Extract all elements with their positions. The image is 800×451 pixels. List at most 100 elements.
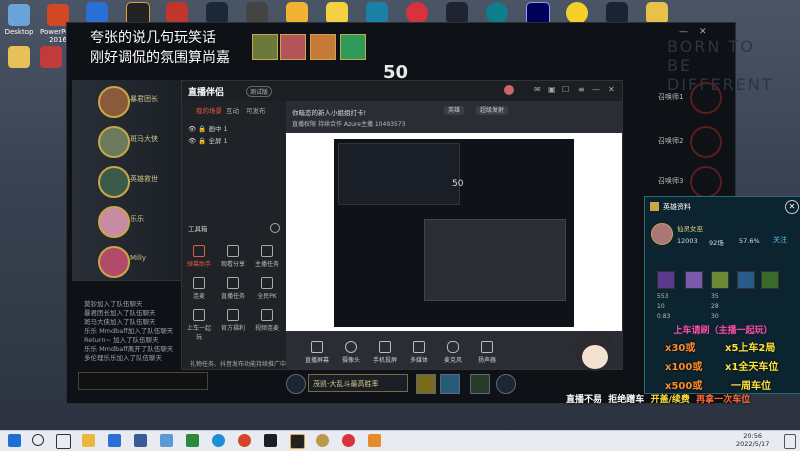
minimize-icon[interactable]: — — [679, 27, 688, 37]
minimize-icon[interactable]: — — [592, 85, 600, 94]
store-icon[interactable] — [160, 434, 173, 447]
hero-score: 92场 — [709, 239, 724, 247]
tool-ride[interactable]: 上车一起玩 — [186, 309, 212, 341]
file-explorer-icon[interactable] — [82, 434, 95, 447]
team-player-slot[interactable]: 乐乐 — [72, 200, 182, 241]
team-player-slot[interactable]: Milly — [72, 240, 182, 281]
car-icon — [193, 309, 205, 321]
scene-label: 画中 1 — [208, 125, 228, 133]
emote-icon[interactable] — [286, 374, 306, 394]
app-icon[interactable] — [606, 2, 628, 24]
close-icon[interactable]: ✕ — [608, 85, 615, 94]
summoner-spell-icon[interactable] — [416, 374, 436, 394]
chat-input[interactable] — [78, 372, 208, 390]
item-icon — [711, 271, 729, 289]
desktop-icon-this-pc[interactable]: Desktop — [4, 4, 34, 36]
tool-danmaku[interactable]: 弹幕助手 — [186, 245, 212, 268]
avatar[interactable] — [504, 85, 514, 95]
category-chip[interactable]: 超级发射 — [476, 106, 509, 115]
app-icon[interactable] — [264, 434, 277, 447]
scene-item[interactable]: 👁 🔒 画中 1 — [188, 123, 228, 133]
app-icon[interactable] — [366, 2, 388, 24]
screen-source-button[interactable]: 直播屏幕 — [300, 341, 334, 364]
hero-name: 仙灵女巫 — [677, 225, 703, 233]
close-icon[interactable]: ✕ — [785, 200, 799, 214]
follow-button[interactable]: 关注 — [773, 235, 787, 245]
tool-link-mic[interactable]: 连麦 — [186, 277, 212, 300]
sub-info: 直播权限 持续合作 Azure主播 10493573 — [292, 119, 405, 128]
mail-icon[interactable]: ✉ — [534, 85, 541, 94]
rune-icon[interactable] — [470, 374, 490, 394]
recorder-icon[interactable] — [166, 2, 188, 24]
notification-icon[interactable] — [784, 434, 796, 449]
tab-my-scenes[interactable]: 我的场景 — [196, 105, 222, 115]
player-icon[interactable] — [286, 2, 308, 24]
tool-label: 弹幕助手 — [186, 261, 211, 268]
media-source-button[interactable]: 多媒体 — [402, 341, 436, 364]
gift-icon[interactable]: ▣ — [548, 85, 556, 94]
game-app-icon[interactable] — [290, 434, 305, 449]
tool-welfare[interactable]: 官方福利 — [220, 309, 246, 332]
hero-panel-icon — [650, 202, 659, 211]
tool-label: 主播任务 — [254, 261, 279, 268]
tool-label: 多媒体 — [409, 357, 428, 364]
stream-preview[interactable]: 50 — [286, 133, 622, 331]
settings-icon[interactable] — [270, 223, 280, 233]
close-icon[interactable]: ✕ — [699, 27, 707, 37]
app-icon[interactable] — [368, 434, 381, 447]
app-icon[interactable] — [646, 2, 668, 24]
summoner-ring — [690, 82, 722, 114]
tab-publish[interactable]: 可发布 — [246, 105, 266, 115]
beta-badge: 测试版 — [246, 86, 273, 97]
tab-interact[interactable]: 互动 — [226, 105, 239, 115]
search-icon[interactable] — [32, 434, 44, 446]
wegame-icon[interactable] — [246, 2, 268, 24]
tool-share[interactable]: 观看分享 — [220, 245, 246, 268]
task-icon — [261, 245, 273, 257]
system-clock[interactable]: 20:56 2022/5/17 — [736, 432, 769, 448]
netease-icon[interactable] — [406, 2, 428, 24]
edge-icon[interactable] — [86, 2, 108, 24]
tool-pk[interactable]: 全民PK — [254, 277, 280, 300]
edge-icon[interactable] — [212, 434, 225, 447]
task-view-icon[interactable] — [56, 434, 71, 449]
app-icon[interactable] — [186, 434, 199, 447]
stream-title[interactable]: 你暗恋的新人小姐姐打卡! — [292, 107, 366, 117]
summoner-spell-icon[interactable] — [440, 374, 460, 394]
steam-icon[interactable] — [206, 2, 228, 24]
camera-source-button[interactable]: 摄像头 — [334, 341, 368, 364]
team-player-slot[interactable]: 暴君团长 — [72, 80, 182, 121]
stat-value: 30 — [711, 313, 719, 320]
desktop-icon-app[interactable] — [36, 46, 66, 70]
qq-game-icon[interactable] — [326, 2, 348, 24]
chrome-icon[interactable] — [238, 434, 251, 447]
scene-item[interactable]: 👁 🔒 全屏 1 — [188, 135, 228, 145]
skin-select[interactable]: 茂凯-大乱斗最高胜率 — [308, 374, 408, 392]
ban-champion — [252, 34, 278, 60]
start-icon[interactable] — [8, 434, 21, 447]
microphone-button[interactable]: 麦克风 — [436, 341, 470, 364]
desktop-icon-folder[interactable] — [4, 46, 34, 70]
rune-edit-icon[interactable] — [496, 374, 516, 394]
player-icon[interactable] — [566, 2, 588, 24]
league-client-icon[interactable] — [316, 434, 329, 447]
phone-source-button[interactable]: 手机投屏 — [368, 341, 402, 364]
category-chip[interactable]: 英雄 — [444, 106, 465, 115]
mail-icon[interactable] — [108, 434, 121, 447]
promo-reward: 一周车位 — [731, 381, 771, 392]
speaker-icon — [481, 341, 493, 353]
tool-video-mic[interactable]: 视频连麦 — [254, 309, 280, 332]
ban-champion — [280, 34, 306, 60]
tool-tasks[interactable]: 主播任务 — [254, 245, 280, 268]
tool-stream-tasks[interactable]: 直播任务 — [220, 277, 246, 300]
app-icon[interactable] — [486, 2, 508, 24]
menu-icon[interactable]: ≡ — [578, 85, 585, 94]
share-icon[interactable]: ☐ — [562, 85, 569, 94]
app-icon[interactable] — [134, 434, 147, 447]
speaker-button[interactable]: 扬声器 — [470, 341, 504, 364]
promo-reward: x5上车2局 — [725, 343, 776, 354]
netease-icon[interactable] — [342, 434, 355, 447]
team-player-slot[interactable]: 斑马大侠 — [72, 120, 182, 161]
app-icon[interactable] — [446, 2, 468, 24]
team-player-slot[interactable]: 英雄救世 — [72, 160, 182, 201]
